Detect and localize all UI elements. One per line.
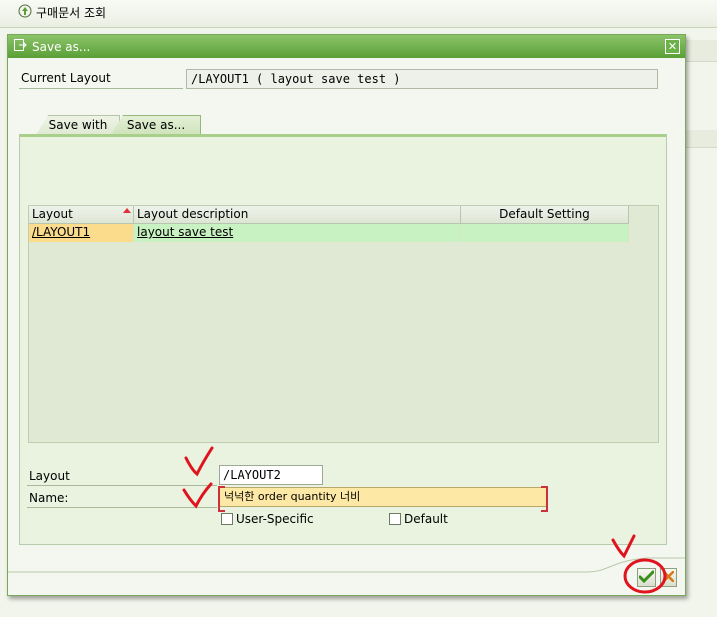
background-toolbar [0, 0, 717, 28]
background-strip [686, 40, 717, 62]
default-checkbox[interactable]: Default [389, 512, 448, 526]
name-label: Name: [29, 491, 69, 505]
name-input[interactable]: 넉넉한 order quantity 너비 [218, 486, 548, 512]
checkmark-icon [638, 570, 655, 586]
background-strip [686, 130, 717, 148]
dialog-title: Save as... [32, 39, 91, 54]
checkbox-box[interactable] [389, 513, 401, 525]
column-header-label: Layout [32, 207, 73, 221]
user-specific-checkbox[interactable]: User-Specific [221, 512, 314, 526]
table-cell-default-setting[interactable] [461, 224, 629, 242]
cancel-icon [662, 570, 675, 585]
dialog-titlebar: Save as... ✕ [8, 35, 685, 58]
cancel-button[interactable] [660, 568, 677, 587]
column-header-default-setting[interactable]: Default Setting [461, 206, 629, 224]
close-icon: ✕ [667, 40, 678, 53]
ok-button[interactable] [637, 568, 656, 587]
default-label: Default [404, 512, 448, 526]
user-specific-label: User-Specific [236, 512, 314, 526]
save-as-icon [14, 39, 27, 54]
current-layout-label: Current Layout [21, 71, 111, 85]
column-header-description[interactable]: Layout description [134, 206, 461, 224]
tab-save-with[interactable]: Save with [36, 115, 120, 135]
document-search-icon [18, 4, 32, 21]
table-cell-description[interactable]: layout save test [134, 224, 461, 242]
divider [19, 88, 183, 89]
background-window-title-text: 구매문서 조회 [36, 6, 107, 20]
divider [27, 507, 217, 508]
tab-panel-save-as: Layout Layout description Default Settin… [19, 134, 667, 545]
save-as-dialog: Save as... ✕ Current Layout /LAYOUT1 ( l… [7, 34, 686, 596]
current-layout-field: /LAYOUT1 ( layout save test ) [186, 69, 658, 89]
layout-input[interactable]: /LAYOUT2 [219, 465, 323, 485]
close-button[interactable]: ✕ [665, 39, 680, 54]
table-cell-layout[interactable]: /LAYOUT1 [29, 224, 134, 242]
divider [27, 485, 217, 486]
layout-label: Layout [29, 469, 70, 483]
background-window-title: 구매문서 조회 [18, 4, 106, 21]
tab-save-as[interactable]: Save as... [111, 115, 201, 135]
footer-divider [8, 557, 685, 573]
sort-ascending-icon [123, 208, 131, 213]
checkbox-box[interactable] [221, 513, 233, 525]
column-header-layout[interactable]: Layout [29, 206, 134, 224]
layout-table: Layout Layout description Default Settin… [28, 205, 659, 443]
